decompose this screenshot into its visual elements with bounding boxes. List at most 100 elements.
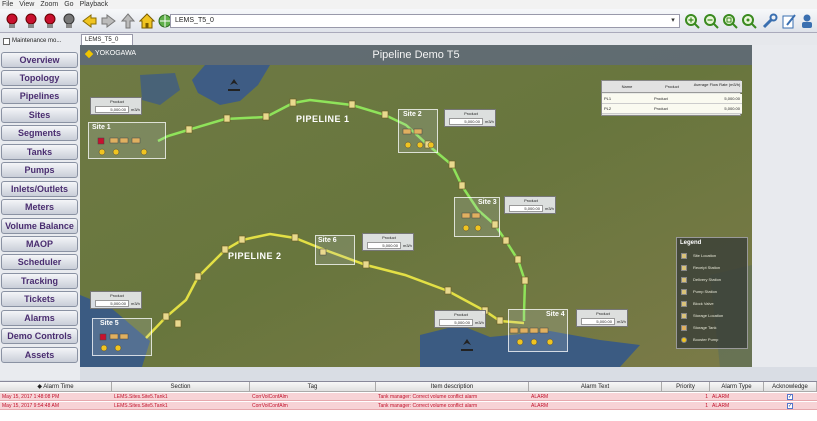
zoom-reset-icon[interactable] [740,12,758,30]
menu-zoom[interactable]: Zoom [40,0,58,9]
col-item-description[interactable]: Item description [376,382,529,392]
nav-sites[interactable]: Sites [1,107,78,123]
flow-value-field[interactable]: 5,000.00 [509,205,543,212]
receipt-station-icon [681,265,687,271]
summary-name: PL2 [604,106,612,111]
site-1-label[interactable]: Site 1 [92,124,111,131]
col-section[interactable]: Section [112,382,250,392]
maintenance-label: Maintenance mo... [12,38,62,44]
nav-tanks[interactable]: Tanks [1,144,78,160]
nav-assets[interactable]: Assets [1,347,78,363]
toolbar: LEMS_T5_0 ▾ [0,9,817,33]
nav-scheduler[interactable]: Scheduler [1,254,78,270]
nav-topology[interactable]: Topology [1,70,78,86]
menu-view[interactable]: View [19,0,34,9]
col-alarm-time[interactable]: ◆ Alarm Time [0,382,112,392]
nav-maop[interactable]: MAOP [1,236,78,252]
summary-product: Product [654,96,668,101]
nav-demo-controls[interactable]: Demo Controls [1,328,78,344]
alarm-row[interactable]: May 15, 2017 9:54:48 AM LEMS.Sites.Site5… [0,402,817,410]
site-6-label[interactable]: Site 6 [318,237,337,244]
site-4-flow-panel-left: Product 5,000.00 m3/h [434,310,486,328]
right-panel [752,45,817,367]
acknowledge-checkbox[interactable]: ✓ [787,394,793,400]
chevron-down-icon[interactable]: ▾ [668,16,678,26]
menu-file[interactable]: File [2,0,13,9]
pipeline-1-label[interactable]: PIPELINE 1 [296,114,350,124]
col-priority[interactable]: Priority [662,382,710,392]
summary-header: Name Product Average Flow Rate (m3/h) [602,81,742,93]
summary-row[interactable]: PL1 Product 5,000.00 [602,94,742,104]
menu-go[interactable]: Go [64,0,73,9]
summary-rate: 5,000.00 [724,106,740,111]
pipeline-2-label[interactable]: PIPELINE 2 [228,251,282,261]
alarm-tag: CorrVolConfAlm [252,403,288,409]
home-icon[interactable] [138,12,156,30]
legend-item: Site Location [681,252,747,260]
flow-value-field[interactable]: 5,000.00 [439,319,473,326]
alarm-red-icon[interactable] [22,12,40,30]
forward-arrow-icon[interactable] [100,12,118,30]
alarm-type: ALARM [712,403,730,409]
flow-value-field[interactable]: 5,000.00 [449,118,483,125]
site-6-flow-panel: Product 5,000.00 m3/h [362,233,414,251]
edit-icon[interactable] [780,12,798,30]
flow-value-field[interactable]: 5,000.00 [95,300,129,307]
pipeline-map[interactable]: YOKOGAWA Pipeline Demo T5 PIPELINE 1 PIP… [80,45,752,367]
nav-tracking[interactable]: Tracking [1,273,78,289]
site-3-label[interactable]: Site 3 [478,199,497,206]
menu-playback[interactable]: Playback [80,0,108,9]
address-value: LEMS_T5_0 [175,17,214,24]
flow-unit: m3/h [545,206,554,211]
nav-meters[interactable]: Meters [1,199,78,215]
address-field[interactable]: LEMS_T5_0 ▾ [170,14,680,28]
acknowledge-checkbox[interactable]: ✓ [787,403,793,409]
nav-pipelines[interactable]: Pipelines [1,88,78,104]
tools-icon[interactable] [761,12,779,30]
site-4-label[interactable]: Site 4 [546,311,565,318]
alarm-red-icon[interactable] [3,12,21,30]
nav-inlets-outlets[interactable]: Inlets/Outlets [1,181,78,197]
summary-col-name: Name [621,84,633,89]
col-tag[interactable]: Tag [250,382,376,392]
user-icon[interactable] [798,12,816,30]
legend-item: Storage Tank [681,324,747,332]
zoom-out-icon[interactable] [702,12,720,30]
flow-value-field[interactable]: 5,000.00 [367,242,401,249]
zoom-in-icon[interactable] [683,12,701,30]
zoom-fit-icon[interactable] [721,12,739,30]
summary-col-rate: Average Flow Rate (m3/h) [693,82,741,87]
alarm-row[interactable]: May 15, 2017 1:48:08 PM LEMS.Sites.Site5… [0,393,817,401]
nav-overview[interactable]: Overview [1,52,78,68]
pump-station-icon [681,289,687,295]
sidebar: Maintenance mo... Overview Topology Pipe… [0,33,80,380]
up-arrow-icon[interactable] [119,12,137,30]
menu-bar: File View Zoom Go Playback [0,0,817,9]
maintenance-mode-toggle[interactable]: Maintenance mo... [3,36,79,46]
site-5-label[interactable]: Site 5 [100,320,119,327]
col-acknowledge[interactable]: Acknowledge [764,382,817,392]
flow-value-field[interactable]: 5,000.00 [581,318,615,325]
legend-title: Legend [680,240,702,246]
nav-pumps[interactable]: Pumps [1,162,78,178]
alarm-gray-icon[interactable] [60,12,78,30]
alarm-section: LEMS.Sites.Site5.Tank1 [114,394,168,400]
site-2-label[interactable]: Site 2 [403,111,422,118]
nav-tickets[interactable]: Tickets [1,291,78,307]
flow-unit: m3/h [485,119,494,124]
back-arrow-icon[interactable] [80,12,98,30]
maintenance-checkbox[interactable] [3,37,10,45]
tab-lems[interactable]: LEMS_T5_0 [81,34,133,45]
col-alarm-type[interactable]: Alarm Type [710,382,764,392]
flow-unit: m3/h [475,320,484,325]
col-alarm-text[interactable]: Alarm Text [529,382,662,392]
flow-label: Product [454,312,468,317]
alarm-tag: CorrVolConfAlm [252,394,288,400]
alarm-red-icon[interactable] [41,12,59,30]
flow-value-field[interactable]: 5,000.00 [95,106,129,113]
nav-volume-balance[interactable]: Volume Balance [1,218,78,234]
nav-alarms[interactable]: Alarms [1,310,78,326]
nav-segments[interactable]: Segments [1,125,78,141]
site-2-flow-panel: Product 5,000.00 m3/h [444,109,496,127]
summary-row[interactable]: PL2 Product 5,000.00 [602,104,742,114]
